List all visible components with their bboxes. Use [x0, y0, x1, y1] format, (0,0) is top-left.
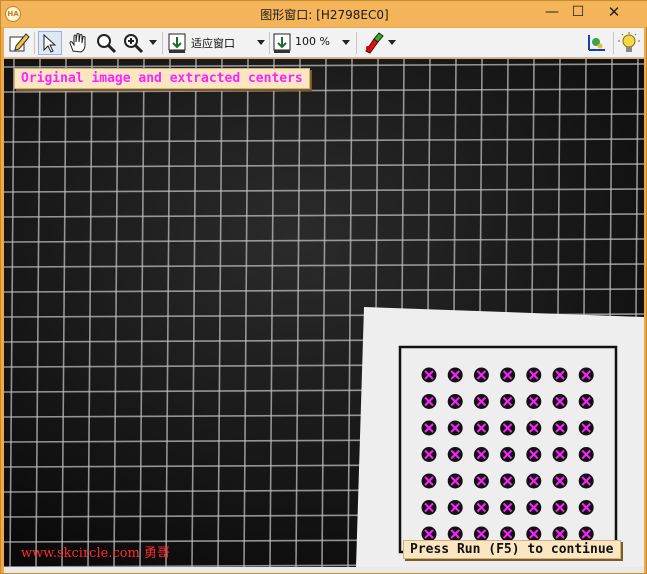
toolbar: 适应窗口 100 %: [4, 28, 644, 58]
calibration-dot: [526, 500, 542, 515]
calibration-dot: [447, 473, 463, 489]
edit-pen-icon[interactable]: [8, 31, 30, 55]
zoom-dropdown-icon[interactable]: [149, 40, 157, 45]
zoom-percent-dropdown-icon[interactable]: [342, 40, 350, 45]
calibration-dot: [473, 420, 489, 436]
zoom-percent-value[interactable]: 100 %: [295, 35, 330, 48]
toolbar-separator: [162, 32, 163, 54]
calibration-dot: [578, 394, 594, 409]
graphics-window: HA 图形窗口: [H2798EC0] — ☐ ✕ 适应窗口 100 % Ori…: [0, 0, 647, 574]
toolbar-separator: [356, 32, 357, 54]
calibration-dot: [447, 500, 463, 515]
calibration-dot: [552, 473, 568, 489]
image-viewport[interactable]: [4, 59, 644, 567]
calibration-dot: [526, 447, 542, 462]
zoom-in-icon[interactable]: [121, 31, 145, 55]
toolbar-separator: [269, 32, 270, 54]
calibration-dot: [526, 367, 542, 383]
calibration-dot: [473, 500, 489, 515]
toolbar-separator: [613, 32, 614, 54]
fit-window-icon[interactable]: [167, 31, 189, 55]
calibration-image: [4, 59, 644, 567]
continue-prompt: Press Run (F5) to continue: [403, 540, 621, 559]
calibration-dot: [578, 500, 594, 515]
calibration-dot: [500, 473, 516, 489]
calibration-dot: [500, 420, 516, 436]
calibration-dot: [447, 420, 463, 436]
fit-window-label[interactable]: 适应窗口: [191, 35, 235, 51]
calibration-dot: [421, 473, 437, 489]
calibration-dot: [447, 394, 463, 409]
calibration-dot: [500, 500, 516, 515]
calibration-dot: [447, 367, 463, 383]
calibration-dot: [447, 447, 463, 462]
calibration-dot: [578, 473, 594, 489]
calibration-dot: [526, 420, 542, 436]
lightbulb-icon[interactable]: [618, 31, 640, 55]
select-arrow-icon[interactable]: [38, 31, 62, 55]
calibration-dot: [552, 394, 568, 409]
calibration-dot: [421, 500, 437, 515]
calibration-dot: [421, 447, 437, 462]
status-strip: [4, 567, 644, 573]
3d-view-icon[interactable]: [584, 31, 608, 55]
calibration-dot: [500, 367, 516, 383]
close-button[interactable]: ✕: [591, 2, 637, 24]
calibration-dot: [552, 500, 568, 515]
calibration-dot: [421, 367, 437, 383]
minimize-button[interactable]: —: [539, 2, 565, 24]
pan-hand-icon[interactable]: [66, 31, 90, 55]
fit-window-dropdown-icon[interactable]: [257, 40, 265, 45]
calibration-dot: [473, 473, 489, 489]
zoom-percent-icon[interactable]: [272, 31, 294, 55]
paint-color-icon[interactable]: [362, 31, 386, 55]
calibration-dot: [473, 394, 489, 409]
watermark-text: www.skcircle.com 勇哥: [21, 546, 171, 561]
calibration-dot: [500, 394, 516, 409]
title-bar[interactable]: HA 图形窗口: [H2798EC0] — ☐ ✕: [1, 1, 647, 27]
calibration-dot: [473, 367, 489, 383]
maximize-button[interactable]: ☐: [565, 2, 591, 24]
paint-dropdown-icon[interactable]: [388, 40, 396, 45]
calibration-dot: [552, 367, 568, 383]
calibration-dot: [578, 420, 594, 436]
magnifier-icon[interactable]: [94, 31, 118, 55]
calibration-dot: [526, 473, 542, 489]
calibration-dot: [578, 367, 594, 383]
calibration-dot: [473, 447, 489, 462]
calibration-dot: [526, 394, 542, 409]
calibration-dot: [578, 447, 594, 462]
calibration-dot: [552, 447, 568, 462]
calibration-dot: [500, 447, 516, 462]
calibration-dot: [421, 394, 437, 409]
overlay-message: Original image and extracted centers: [14, 68, 310, 89]
toolbar-separator: [34, 32, 35, 54]
calibration-dot: [421, 420, 437, 436]
calibration-dot: [552, 420, 568, 436]
